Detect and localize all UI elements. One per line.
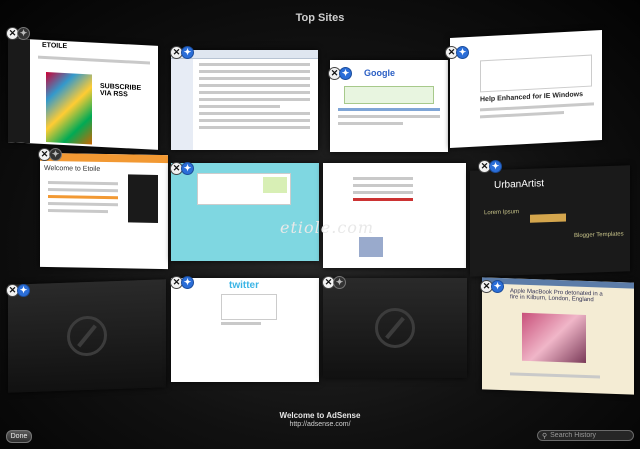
site-thumbnail-5[interactable]: Welcome to Etoile [40,152,168,270]
pin-icon[interactable]: ✦ [49,148,62,161]
thumb-label: Blogger Templates [574,231,624,240]
compass-icon [375,308,415,348]
tile-controls: ✕ ✦ [6,27,30,40]
site-thumbnail-1[interactable]: ETOILE SUBSCRIBE VIA RSS [8,38,158,150]
search-icon: ⚲ [542,432,548,440]
watermark-text: etiole.com [280,218,375,237]
thumb-label: Apple MacBook Pro detonated in a fire in… [510,288,603,304]
pin-icon[interactable]: ✦ [491,280,504,293]
thumb-label: Lorem Ipsum [484,209,520,217]
thumb-label: Help Enhanced for IE Windows [480,91,584,104]
tile-controls: ✕ ✦ [328,67,352,80]
tile-controls: ✕ ✦ [445,46,469,59]
thumb-label: SUBSCRIBE VIA RSS [100,82,142,99]
site-thumbnail-10[interactable]: twitter [171,278,319,382]
pin-icon[interactable]: ✦ [17,284,30,297]
pin-icon[interactable]: ✦ [456,46,469,59]
search-history-field[interactable]: ⚲ [537,430,634,441]
tile-controls: ✕ ✦ [38,148,62,161]
thumb-label: ETOILE [42,41,68,51]
pin-icon[interactable]: ✦ [181,276,194,289]
tile-controls: ✕ ✦ [322,276,346,289]
site-thumbnail-12[interactable]: Apple MacBook Pro detonated in a fire in… [482,277,634,395]
pin-icon[interactable]: ✦ [181,162,194,175]
page-title: Top Sites [295,12,345,24]
tile-controls: ✕ ✦ [478,160,502,173]
site-thumbnail-8[interactable]: UrbanArtist Lorem Ipsum Blogger Template… [470,165,630,277]
site-thumbnail-6[interactable] [171,163,319,261]
pin-icon[interactable]: ✦ [339,67,352,80]
thumb-label: UrbanArtist [494,178,545,191]
selected-site-title: Welcome to AdSense [279,411,361,420]
done-button[interactable]: Done [6,430,32,443]
site-thumbnail-4[interactable]: Help Enhanced for IE Windows [450,30,602,148]
pin-icon[interactable]: ✦ [333,276,346,289]
tile-controls: ✕ ✦ [170,46,194,59]
tile-controls: ✕ ✦ [6,284,30,297]
compass-icon [67,315,107,357]
site-thumbnail-2[interactable] [171,50,318,150]
tile-controls: ✕ ✦ [170,276,194,289]
tile-controls: ✕ ✦ [170,162,194,175]
pin-icon[interactable]: ✦ [181,46,194,59]
site-thumbnail-9[interactable] [8,279,166,393]
thumb-label: Google [364,68,395,78]
tile-controls: ✕ ✦ [480,280,504,293]
site-thumbnail-7[interactable] [323,163,466,268]
pin-icon[interactable]: ✦ [489,160,502,173]
search-history-input[interactable] [550,432,631,439]
pin-icon[interactable]: ✦ [17,27,30,40]
site-thumbnail-11[interactable] [323,278,467,378]
thumb-label: Welcome to Etoile [44,164,101,173]
selected-site-url: http://adsense.com/ [289,421,351,428]
thumb-label: twitter [229,280,259,291]
